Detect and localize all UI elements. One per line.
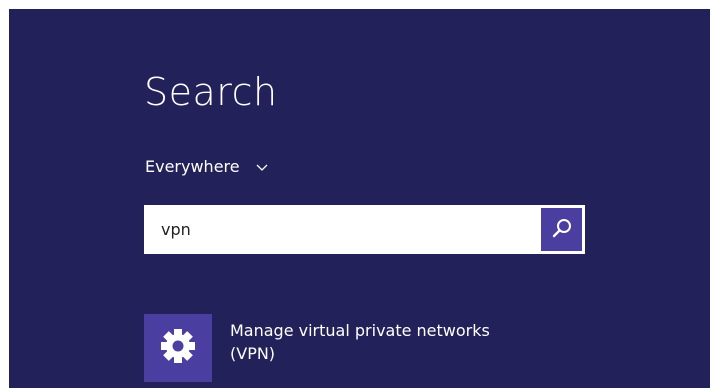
result-label: Manage virtual private networks (VPN)	[230, 319, 700, 365]
search-input[interactable]	[144, 205, 534, 254]
chevron-down-icon	[254, 159, 270, 175]
search-icon	[551, 217, 573, 243]
gear-icon	[158, 326, 198, 370]
search-charm-pane: Search Everywhere vpn Manage virtual pri…	[9, 9, 710, 388]
search-button[interactable]	[541, 208, 582, 251]
search-scope-dropdown[interactable]: Everywhere	[145, 157, 270, 176]
search-scope-label: Everywhere	[145, 157, 240, 176]
screen: Search Everywhere vpn Manage virtual pri…	[0, 0, 719, 388]
result-icon-tile	[144, 314, 212, 382]
search-box	[144, 205, 585, 254]
page-title: Search	[144, 70, 278, 114]
search-result-item[interactable]: Manage virtual private networks (VPN)	[144, 314, 704, 388]
result-label-line-2: (VPN)	[230, 344, 276, 363]
result-label-line-1: Manage virtual private networks	[230, 321, 490, 340]
